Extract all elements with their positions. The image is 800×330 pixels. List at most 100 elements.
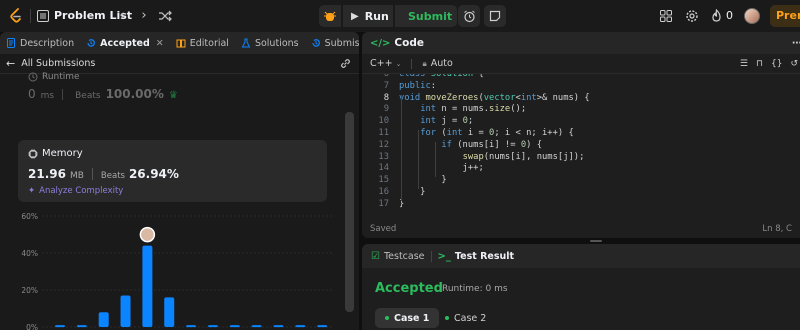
chart-bar[interactable] (120, 295, 131, 327)
runtime-beats-percent: 100.00% (105, 87, 164, 101)
reset-icon[interactable]: ↺ (790, 59, 798, 69)
code-editor[interactable]: 6 class Solution {7 public: 8 void moveZeroe… (362, 74, 800, 214)
code-line[interactable]: 17} (362, 198, 404, 211)
premium-button[interactable]: Prem (770, 5, 800, 27)
bookmark-icon[interactable]: ⊓ (756, 59, 763, 69)
format-icon[interactable]: ☰ (740, 59, 748, 69)
memory-beats-label: Beats (100, 171, 125, 181)
tab-description-label: Description (20, 37, 75, 49)
debug-button[interactable] (319, 5, 341, 27)
back-to-submissions[interactable]: ← All Submissions (6, 57, 95, 70)
verdict-label: Accepted (375, 281, 443, 296)
code-line[interactable]: 10 int j = 0; (362, 116, 473, 128)
back-label: All Submissions (21, 58, 96, 69)
chart-bar[interactable] (55, 325, 65, 328)
chart-bar[interactable] (142, 245, 153, 327)
code-brackets-icon: </> (370, 37, 391, 49)
code-line[interactable]: 7 public: (362, 80, 436, 93)
alarm-clock-icon (463, 10, 475, 22)
code-title: Code (394, 37, 424, 49)
timer-button[interactable] (458, 5, 480, 27)
case-2-button[interactable]: Case 2 (435, 308, 496, 328)
chart-bar[interactable] (273, 325, 284, 328)
code-text: public: (399, 80, 437, 91)
code-line[interactable]: 13 swap(nums[i], nums[j]); (362, 151, 584, 164)
divider (411, 58, 413, 69)
memory-distribution-chart: 60%40%20%0%21.5mb21.7mb21.9mb22.1mb22.3m… (21, 212, 332, 330)
code-line[interactable]: 15 } (362, 175, 446, 187)
streak-counter[interactable]: 0 (711, 9, 733, 22)
runtime-unit: ms (40, 91, 55, 101)
chart-bar[interactable] (76, 325, 87, 328)
code-line[interactable]: 16 } (362, 187, 425, 199)
line-number: 17 (378, 198, 389, 209)
tab-testcase[interactable]: ☑ Testcase (371, 251, 425, 262)
code-header: </> Code ⋯ (362, 32, 800, 54)
y-tick-label: 40% (21, 249, 38, 258)
problem-list-icon[interactable] (37, 10, 49, 22)
history-icon (87, 39, 96, 47)
chart-bar[interactable] (186, 325, 197, 328)
resize-handle[interactable] (590, 240, 602, 242)
tab-accepted[interactable]: Accepted ✕ (80, 32, 170, 54)
tab-submissions[interactable]: Submissions (305, 32, 359, 54)
tab-submissions-label: Submissions (324, 37, 359, 49)
code-footer: Saved Ln 8, C (362, 220, 800, 238)
code-text: } (399, 187, 426, 197)
chart-bar[interactable] (317, 325, 328, 328)
code-text: int n = nums.size(); (420, 104, 527, 115)
chevron-down-icon: ⌄ (395, 59, 402, 68)
left-tab-bar: Description Accepted ✕ Editorial Solutio… (0, 32, 359, 54)
memory-unit: MB (69, 171, 84, 181)
close-tab-icon[interactable]: ✕ (156, 38, 164, 49)
notes-button[interactable] (484, 5, 506, 27)
left-panel-scrollbar[interactable] (345, 112, 354, 312)
tab-solutions[interactable]: Solutions (235, 32, 305, 54)
tab-test-result-label: Test Result (454, 250, 515, 262)
tab-test-result[interactable]: >_ Test Result (438, 251, 515, 262)
case-1-label: Case 1 (394, 312, 430, 324)
case-1-button[interactable]: Case 1 (375, 308, 440, 328)
expand-icon[interactable]: ⋯ (792, 38, 800, 49)
code-line[interactable]: 12 if (nums[i] != 0) { (362, 140, 542, 152)
memory-stats: 21.96 MB Beats 26.94% (28, 167, 179, 181)
braces-icon[interactable]: {} (771, 59, 782, 69)
memory-card[interactable]: Memory 21.96 MB Beats 26.94% ✦ Analyze C… (18, 140, 327, 202)
shuffle-icon[interactable] (158, 9, 172, 23)
line-number: 13 (378, 151, 389, 162)
indent-guide (401, 94, 402, 201)
run-button[interactable]: ▶ Run (343, 5, 393, 27)
code-line[interactable]: 14 j++; (362, 163, 483, 175)
chart-bar[interactable] (251, 325, 262, 328)
chart-bar[interactable] (98, 312, 109, 327)
chart-bar[interactable] (207, 325, 218, 328)
submission-detail: Runtime 0 ms Beats 100.00% ♛ Memory 21.9… (0, 72, 359, 330)
code-line[interactable]: 6 class Solution { (362, 74, 484, 81)
next-problem-icon[interactable]: › (136, 8, 152, 24)
auto-mode-toggle[interactable]: 🔒︎ Auto (422, 58, 452, 69)
chart-bar[interactable] (229, 325, 240, 328)
submit-button[interactable]: Submit (395, 5, 457, 27)
user-avatar[interactable] (744, 8, 760, 24)
y-tick-label: 60% (21, 212, 38, 221)
code-line[interactable]: 9 int n = nums.size(); (362, 104, 526, 116)
terminal-icon: >_ (437, 250, 451, 262)
tab-editorial[interactable]: Editorial (170, 32, 235, 54)
chart-bar[interactable] (164, 297, 175, 327)
language-select[interactable]: C++ ⌄ (370, 58, 401, 69)
layout-grid-icon[interactable] (659, 9, 673, 23)
line-number: 14 (378, 163, 389, 174)
code-line[interactable]: 11 for (int i = 0; i < n; i++) { (362, 128, 573, 140)
runtime-stats[interactable]: 0 ms Beats 100.00% ♛ (28, 87, 178, 101)
prev-problem-icon[interactable]: ‹ (114, 8, 130, 24)
memory-beats-percent: 26.94% (128, 167, 179, 181)
tab-description[interactable]: Description (0, 32, 80, 54)
line-number: 7 (383, 80, 389, 91)
code-line[interactable]: 8 void moveZeroes(vector<int>& nums) { (362, 93, 590, 105)
memory-header: Memory (28, 148, 83, 159)
analyze-complexity-link[interactable]: ✦ Analyze Complexity (28, 186, 123, 196)
chart-bar[interactable] (295, 325, 306, 328)
settings-gear-icon[interactable] (685, 9, 699, 23)
leetcode-logo-icon[interactable] (9, 8, 23, 24)
link-icon[interactable] (340, 58, 351, 69)
